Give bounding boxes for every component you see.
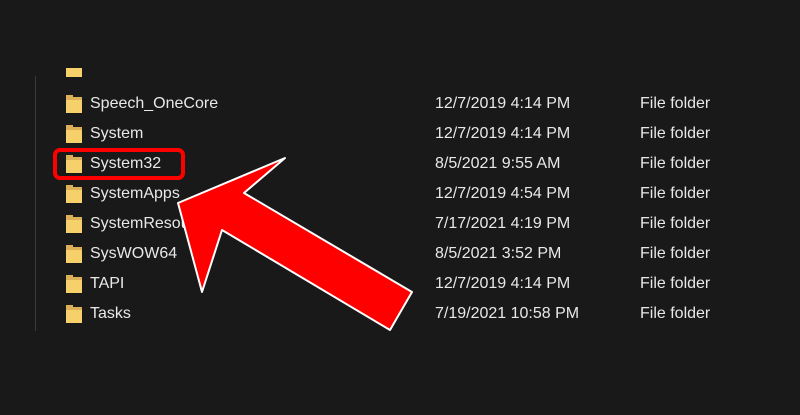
item-name: TAPI bbox=[90, 275, 125, 292]
folder-icon bbox=[66, 215, 82, 233]
item-date-modified: 12/7/2019 4:14 PM bbox=[435, 95, 571, 112]
item-type: File folder bbox=[640, 275, 711, 292]
folder-icon bbox=[66, 185, 82, 203]
item-date-modified: 7/17/2021 4:19 PM bbox=[435, 215, 571, 232]
item-type: File folder bbox=[640, 95, 711, 112]
list-item-speech-onecore[interactable]: Speech_OneCore 12/7/2019 4:14 PM File fo… bbox=[60, 90, 760, 120]
item-name: SystemResources bbox=[90, 215, 220, 232]
item-date-modified: 8/5/2021 3:52 PM bbox=[435, 245, 562, 262]
item-type: File folder bbox=[640, 305, 711, 322]
folder-icon bbox=[66, 125, 82, 143]
folder-icon bbox=[66, 245, 82, 263]
item-date-modified: 8/5/2021 9:55 AM bbox=[435, 155, 561, 172]
list-item-systemapps[interactable]: SystemApps 12/7/2019 4:54 PM File folder bbox=[60, 180, 760, 210]
item-type: File folder bbox=[640, 245, 711, 262]
list-item-syswow64[interactable]: SysWOW64 8/5/2021 3:52 PM File folder bbox=[60, 240, 760, 270]
file-explorer-view: Speech_OneCore 12/7/2019 4:14 PM File fo… bbox=[0, 0, 800, 415]
highlight-box bbox=[53, 148, 185, 180]
folder-icon bbox=[66, 95, 82, 113]
folder-icon bbox=[66, 305, 82, 323]
item-name: Tasks bbox=[90, 305, 131, 322]
item-name: SysWOW64 bbox=[90, 245, 178, 262]
item-date-modified: 12/7/2019 4:14 PM bbox=[435, 125, 571, 142]
list-item-tasks[interactable]: Tasks 7/19/2021 10:58 PM File folder bbox=[60, 300, 760, 330]
item-type: File folder bbox=[640, 155, 711, 172]
item-type: File folder bbox=[640, 125, 711, 142]
item-date-modified: 12/7/2019 4:14 PM bbox=[435, 275, 571, 292]
item-type: File folder bbox=[640, 215, 711, 232]
item-name: System bbox=[90, 125, 144, 142]
item-date-modified: 12/7/2019 4:54 PM bbox=[435, 185, 571, 202]
list-item-system[interactable]: System 12/7/2019 4:14 PM File folder bbox=[60, 120, 760, 150]
item-date-modified: 7/19/2021 10:58 PM bbox=[435, 305, 580, 322]
item-type: File folder bbox=[640, 185, 711, 202]
file-list: Speech_OneCore 12/7/2019 4:14 PM File fo… bbox=[0, 0, 800, 415]
folder-icon bbox=[66, 275, 82, 293]
item-name: SystemApps bbox=[90, 185, 180, 202]
list-item-tapi[interactable]: TAPI 12/7/2019 4:14 PM File folder bbox=[60, 270, 760, 300]
list-item-systemresources[interactable]: SystemResources 7/17/2021 4:19 PM File f… bbox=[60, 210, 760, 240]
item-name: Speech_OneCore bbox=[90, 95, 219, 112]
